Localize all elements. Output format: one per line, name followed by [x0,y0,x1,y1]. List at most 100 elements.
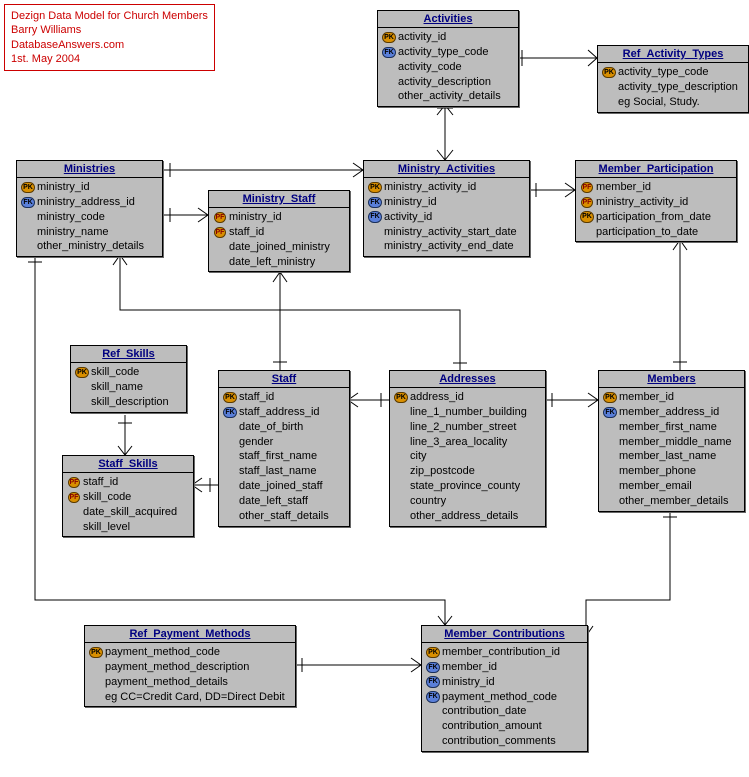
column-name: participation_to_date [596,225,698,240]
entity-header: Ref_Activity_Types [598,46,748,63]
column-name: activity_type_description [618,80,738,95]
column-name: member_email [619,479,692,494]
column-name: eg Social, Study. [618,95,700,110]
entity-body: skill_codeskill_nameskill_description [71,363,186,412]
column-name: member_middle_name [619,435,732,450]
column-row: date_left_ministry [213,255,345,270]
column-row: staff_address_id [223,405,345,420]
column-row: member_id [603,390,740,405]
column-name: city [410,449,427,464]
entity-ministry_activities: Ministry_Activitiesministry_activity_idm… [363,160,530,257]
column-name: activity_code [398,60,462,75]
no-key-icon [223,436,237,448]
entity-body: staff_idskill_codedate_skill_acquiredski… [63,473,193,536]
column-row: activity_type_code [602,65,744,80]
entity-header: Staff [219,371,349,388]
no-key-icon [382,91,396,103]
no-key-icon [223,451,237,463]
column-row: line_2_number_street [394,420,541,435]
column-name: contribution_comments [442,734,556,749]
pf-key-icon [213,211,227,223]
no-key-icon [223,510,237,522]
no-key-icon [75,396,89,408]
column-name: ministry_id [442,675,495,690]
fk-key-icon [426,676,440,688]
column-name: staff_id [229,225,264,240]
column-name: contribution_amount [442,719,542,734]
column-row: city [394,449,541,464]
column-row: member_first_name [603,420,740,435]
column-row: payment_method_code [89,645,291,660]
column-name: state_province_county [410,479,520,494]
no-key-icon [368,226,382,238]
column-name: member_first_name [619,420,717,435]
pk-key-icon [368,181,382,193]
column-name: contribution_date [442,704,526,719]
column-name: payment_method_code [105,645,220,660]
column-row: zip_postcode [394,464,541,479]
column-name: line_3_area_locality [410,435,507,450]
column-row: staff_last_name [223,464,345,479]
entity-body: member_idmember_address_idmember_first_n… [599,388,744,511]
column-name: eg CC=Credit Card, DD=Direct Debit [105,690,285,705]
column-row: activity_type_description [602,80,744,95]
column-row: other_staff_details [223,509,345,524]
no-key-icon [394,421,408,433]
fk-key-icon [21,196,35,208]
pf-key-icon [67,491,81,503]
column-row: ministry_id [21,180,158,195]
entity-body: ministry_idministry_address_idministry_c… [17,178,162,256]
column-name: skill_level [83,520,130,535]
fk-key-icon [368,211,382,223]
no-key-icon [368,241,382,253]
pk-key-icon [426,646,440,658]
no-key-icon [89,691,103,703]
column-row: member_middle_name [603,435,740,450]
column-row: address_id [394,390,541,405]
column-name: staff_id [83,475,118,490]
entity-header: Ref_Payment_Methods [85,626,295,643]
fk-key-icon [223,406,237,418]
column-name: date_joined_ministry [229,240,330,255]
column-row: date_joined_staff [223,479,345,494]
entity-ministry_staff: Ministry_Staffministry_idstaff_iddate_jo… [208,190,350,272]
column-name: other_activity_details [398,89,501,104]
entity-header: Members [599,371,744,388]
fk-key-icon [382,46,396,58]
entity-body: activity_idactivity_type_codeactivity_co… [378,28,518,106]
no-key-icon [603,480,617,492]
no-key-icon [223,466,237,478]
no-key-icon [213,241,227,253]
column-row: ministry_code [21,210,158,225]
column-name: ministry_activity_id [384,180,476,195]
column-row: other_activity_details [382,89,514,104]
pk-key-icon [394,391,408,403]
pk-key-icon [223,391,237,403]
column-name: participation_from_date [596,210,711,225]
column-row: eg Social, Study. [602,95,744,110]
pk-key-icon [382,31,396,43]
column-name: skill_description [91,395,169,410]
no-key-icon [602,81,616,93]
column-row: ministry_address_id [21,195,158,210]
no-key-icon [394,451,408,463]
column-row: staff_id [213,225,345,240]
column-name: other_staff_details [239,509,329,524]
entity-body: staff_idstaff_address_iddate_of_birthgen… [219,388,349,526]
column-name: activity_id [398,30,446,45]
column-row: payment_method_details [89,675,291,690]
column-name: gender [239,435,273,450]
pk-key-icon [580,211,594,223]
entity-header: Staff_Skills [63,456,193,473]
column-name: activity_type_code [398,45,489,60]
entity-header: Member_Participation [576,161,736,178]
column-name: skill_name [91,380,143,395]
no-key-icon [394,436,408,448]
no-key-icon [580,226,594,238]
column-name: member_id [619,390,674,405]
no-key-icon [603,466,617,478]
column-name: ministry_activity_id [596,195,688,210]
no-key-icon [21,241,35,253]
column-row: ministry_id [426,675,583,690]
entity-addresses: Addressesaddress_idline_1_number_buildin… [389,370,546,527]
